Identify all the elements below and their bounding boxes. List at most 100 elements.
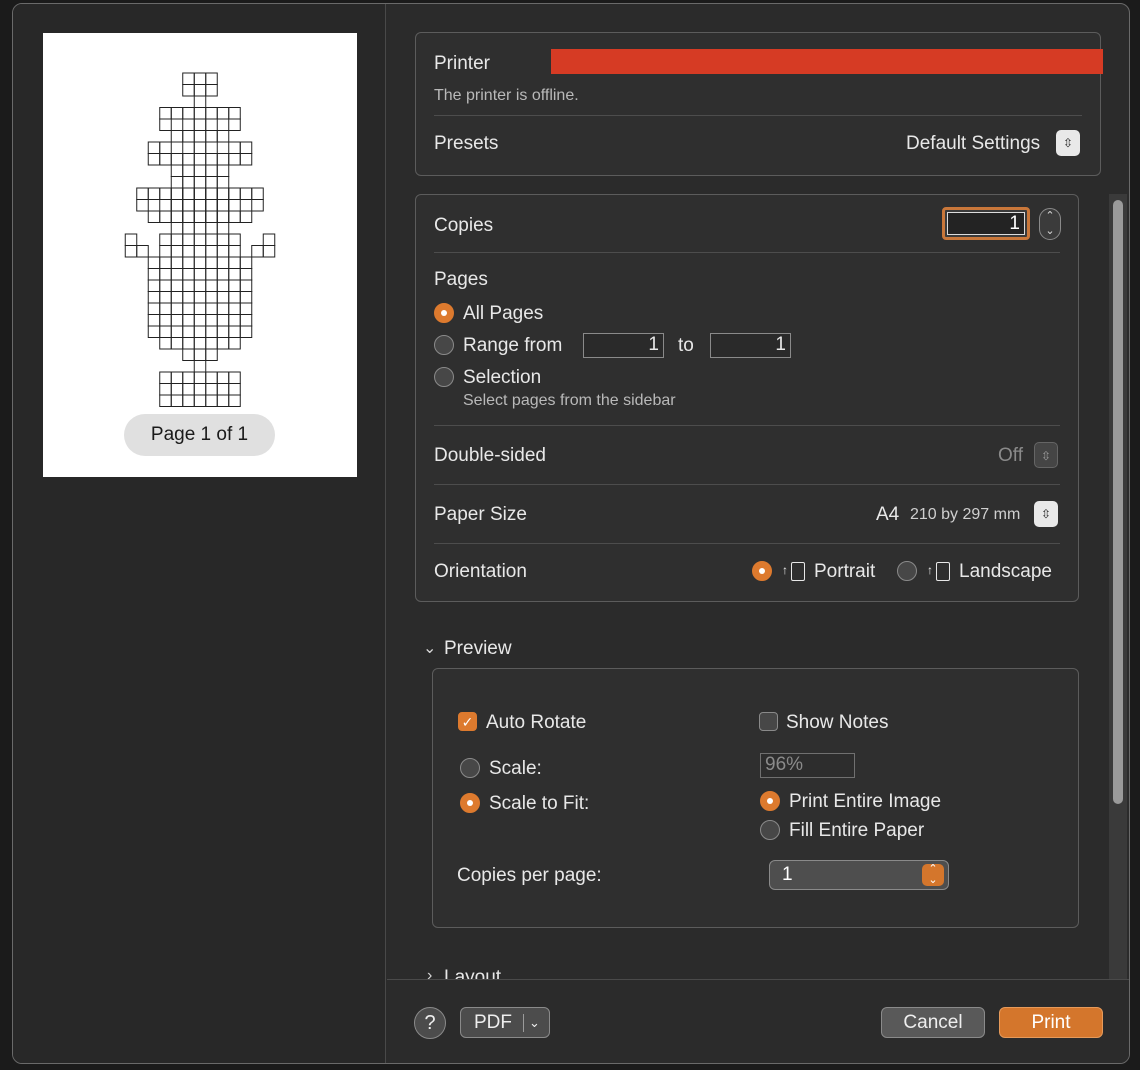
thumbnail-cell <box>182 233 195 246</box>
paper-size-popup-icon[interactable]: ⇳ <box>1034 501 1058 527</box>
thumbnail-cell <box>216 279 230 292</box>
fill-entire-paper-label[interactable]: Fill Entire Paper <box>789 820 924 842</box>
layout-section-header[interactable]: Layout <box>444 967 501 979</box>
thumbnail-cell <box>170 279 184 292</box>
thumbnail-cell <box>239 268 253 281</box>
paper-size-value[interactable]: A4 <box>876 504 899 526</box>
thumbnail-cell <box>193 337 207 350</box>
thumbnail-cell <box>205 210 218 223</box>
thumbnail-cell <box>170 394 184 407</box>
landscape-radio[interactable] <box>897 561 917 581</box>
all-pages-label[interactable]: All Pages <box>463 303 543 325</box>
pdf-menu-button[interactable]: PDF ⌄ <box>460 1007 550 1038</box>
thumbnail-cell <box>205 199 218 212</box>
range-from-label[interactable]: Range from <box>463 335 562 357</box>
preview-panel: ✓ Auto Rotate Show Notes Scale: 96% Scal… <box>432 668 1079 928</box>
thumbnail-cell <box>216 291 230 304</box>
thumbnail-cell <box>170 222 184 235</box>
thumbnail-cell <box>182 222 195 235</box>
thumbnail-cell <box>193 383 207 396</box>
double-sided-popup-icon[interactable]: ⇳ <box>1034 442 1058 468</box>
portrait-radio[interactable] <box>752 561 772 581</box>
settings-area: Printer The printer is offline. Presets … <box>387 4 1129 979</box>
scale-to-fit-radio[interactable] <box>460 793 480 813</box>
thumbnail-cell <box>193 279 207 292</box>
thumbnail-cell <box>228 118 241 131</box>
thumbnail-cell <box>147 141 161 154</box>
thumbnail-cell <box>216 187 230 200</box>
thumbnail-cell <box>239 302 253 315</box>
scale-radio[interactable] <box>460 758 480 778</box>
preview-section-header[interactable]: Preview <box>444 638 512 660</box>
print-button[interactable]: Print <box>999 1007 1103 1038</box>
help-button[interactable]: ? <box>414 1007 446 1039</box>
thumbnail-cell <box>205 394 218 407</box>
show-notes-label[interactable]: Show Notes <box>786 712 888 734</box>
thumbnail-cell <box>205 187 218 200</box>
fill-entire-paper-radio[interactable] <box>760 820 780 840</box>
thumbnail-cell <box>170 199 184 212</box>
thumbnail-cell <box>182 187 195 200</box>
thumbnail-cell <box>228 210 241 223</box>
cancel-button[interactable]: Cancel <box>881 1007 985 1038</box>
thumbnail-cell <box>159 383 172 396</box>
auto-rotate-checkbox[interactable]: ✓ <box>458 712 477 731</box>
thumbnail-cell <box>216 394 230 407</box>
thumbnail-cell <box>147 279 161 292</box>
layout-chevron-right-icon[interactable]: › <box>427 967 432 979</box>
printer-select-redacted[interactable] <box>551 49 1103 74</box>
print-entire-image-radio[interactable] <box>760 791 780 811</box>
scale-input[interactable]: 96% <box>760 753 855 778</box>
settings-scrollbar[interactable] <box>1109 194 1127 979</box>
page-count-badge: Page 1 of 1 <box>124 414 275 456</box>
pages-label: Pages <box>434 269 488 290</box>
thumbnail-cell <box>193 210 207 223</box>
portrait-label[interactable]: Portrait <box>814 561 875 583</box>
copies-stepper[interactable]: ⌃ ⌄ <box>1039 208 1061 240</box>
thumbnail-cell <box>251 245 264 258</box>
copies-input[interactable]: 1 <box>942 207 1030 240</box>
page-thumbnail[interactable]: Page 1 of 1 <box>43 33 357 477</box>
scale-label[interactable]: Scale: <box>489 758 542 780</box>
show-notes-checkbox[interactable] <box>759 712 778 731</box>
landscape-label[interactable]: Landscape <box>959 561 1052 583</box>
thumbnail-cell <box>193 325 207 338</box>
scrollbar-thumb[interactable] <box>1113 200 1123 804</box>
scale-to-fit-label[interactable]: Scale to Fit: <box>489 793 589 815</box>
preview-chevron-down-icon[interactable]: ⌄ <box>423 638 436 658</box>
double-sided-value[interactable]: Off <box>998 445 1023 467</box>
copies-input-value[interactable]: 1 <box>947 212 1025 235</box>
print-entire-image-label[interactable]: Print Entire Image <box>789 791 941 813</box>
thumbnail-cell <box>193 245 207 258</box>
thumbnail-drawing <box>124 72 276 407</box>
paper-size-dimensions: 210 by 297 mm <box>910 506 1021 523</box>
thumbnail-cell <box>205 222 218 235</box>
thumbnail-cell <box>182 210 195 223</box>
thumbnail-cell <box>159 279 172 292</box>
copies-per-page-value: 1 <box>782 864 793 885</box>
range-to-input[interactable]: 1 <box>710 333 791 358</box>
thumbnail-cell <box>216 199 230 212</box>
thumbnail-cell <box>205 245 218 258</box>
selection-label[interactable]: Selection <box>463 367 541 389</box>
range-radio[interactable] <box>434 335 454 355</box>
auto-rotate-label[interactable]: Auto Rotate <box>486 712 586 734</box>
selection-radio[interactable] <box>434 367 454 387</box>
copies-per-page-popup-icon[interactable]: ⌃ ⌄ <box>922 864 944 886</box>
presets-popup-icon[interactable]: ⇳ <box>1056 130 1080 156</box>
thumbnail-cell <box>193 176 207 189</box>
thumbnail-cell <box>159 268 172 281</box>
all-pages-radio[interactable] <box>434 303 454 323</box>
double-sided-label: Double-sided <box>434 445 546 466</box>
thumbnail-cell <box>147 314 161 327</box>
thumbnail-cell <box>251 187 264 200</box>
thumbnail-cell <box>205 291 218 304</box>
copies-per-page-label: Copies per page: <box>457 865 602 886</box>
chevron-down-icon: ⌄ <box>529 1015 540 1030</box>
thumbnail-cell <box>239 291 253 304</box>
thumbnail-cell <box>147 187 161 200</box>
thumbnail-cell <box>193 118 207 131</box>
copies-per-page-select[interactable]: 1 ⌃ ⌄ <box>769 860 949 890</box>
presets-value[interactable]: Default Settings <box>906 133 1040 155</box>
range-from-input[interactable]: 1 <box>583 333 664 358</box>
